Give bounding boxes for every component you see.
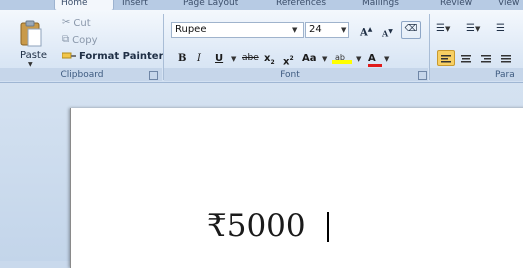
chevron-down-icon: ▼ — [28, 61, 33, 68]
paragraph-group-label: Para — [495, 70, 515, 80]
clipboard-icon — [20, 20, 42, 47]
clipboard-group-label: Clipboard — [60, 70, 104, 80]
tab-view-label: View — [498, 0, 520, 8]
tab-insert-label: Insert — [122, 0, 148, 8]
svg-text:ab: ab — [335, 53, 345, 62]
format-painter-button[interactable]: Format Painter — [62, 50, 164, 64]
paste-label: Paste — [20, 50, 47, 61]
numbered-list-icon: ☰ — [466, 23, 475, 34]
font-size-value: 24 — [309, 24, 322, 35]
superscript-button[interactable]: x2 — [283, 52, 294, 68]
font-color-swatch — [368, 64, 382, 67]
underline-button[interactable]: U — [215, 52, 223, 65]
bullet-list-icon: ☰ — [436, 23, 445, 34]
shrink-arrow-icon: ▼ — [388, 28, 393, 35]
cut-button[interactable]: ✂ Cut — [62, 16, 91, 31]
copy-button[interactable]: ⧉ Copy — [62, 33, 98, 48]
underline-dropdown-icon[interactable]: ▼ — [231, 55, 236, 63]
cut-label: Cut — [73, 18, 91, 29]
multilevel-list-button[interactable]: ☰ — [496, 22, 505, 36]
font-name-box[interactable]: Rupee — [171, 22, 304, 38]
font-launcher-icon[interactable] — [418, 71, 427, 80]
font-color-dropdown-icon[interactable]: ▼ — [384, 55, 389, 63]
highlighter-icon: ab — [332, 53, 352, 64]
highlight-dropdown-icon[interactable]: ▼ — [356, 55, 361, 63]
align-right-button[interactable] — [478, 51, 494, 65]
grow-font-button[interactable]: A▲ — [360, 23, 372, 40]
tab-page-layout-label: Page Layout — [183, 0, 239, 8]
strikethrough-label: abe — [242, 53, 259, 63]
paintbrush-icon — [62, 52, 76, 59]
justify-button[interactable] — [498, 51, 514, 65]
clear-formatting-button[interactable]: ⌫ — [401, 21, 421, 39]
grow-font-label: A — [360, 27, 368, 39]
tab-view[interactable]: View — [498, 0, 519, 10]
ribbon-tab-row: Home Insert Page Layout References Maili… — [0, 0, 523, 11]
align-left-icon — [441, 55, 451, 63]
tab-mailings[interactable]: Mailings — [362, 0, 399, 10]
eraser-icon: ⌫ — [404, 24, 418, 34]
font-name-value: Rupee — [175, 24, 207, 35]
align-left-button[interactable] — [437, 50, 455, 66]
document-text[interactable]: ₹5000 — [207, 206, 306, 246]
font-color-label: A — [368, 53, 376, 64]
scissors-icon: ✂ — [62, 17, 71, 28]
tab-references-label: References — [276, 0, 327, 8]
font-size-dropdown-icon[interactable]: ▼ — [341, 26, 346, 34]
italic-label: I — [197, 53, 201, 64]
font-name-dropdown-icon[interactable]: ▼ — [292, 26, 297, 34]
align-center-icon — [461, 55, 471, 63]
clipboard-launcher-icon[interactable] — [149, 71, 158, 80]
justify-icon — [501, 55, 511, 63]
shrink-font-button[interactable]: A▼ — [382, 25, 393, 41]
subscript-button[interactable]: x2 — [264, 52, 275, 69]
paste-button[interactable]: Paste ▼ — [16, 20, 47, 68]
change-case-dropdown-icon[interactable]: ▼ — [322, 55, 327, 63]
align-right-icon — [481, 55, 491, 63]
copy-icon: ⧉ — [62, 34, 70, 45]
format-painter-label: Format Painter — [79, 51, 164, 62]
change-case-label: Aa — [302, 53, 317, 64]
bold-button[interactable]: B — [178, 52, 186, 65]
grow-arrow-icon: ▲ — [367, 26, 373, 33]
bold-label: B — [178, 53, 187, 64]
strikethrough-button[interactable]: abe — [242, 52, 259, 65]
align-center-button[interactable] — [458, 51, 474, 65]
font-group-label: Font — [280, 70, 300, 80]
tab-home-label: Home — [61, 0, 88, 8]
tab-insert[interactable]: Insert — [122, 0, 148, 10]
tab-review-label: Review — [440, 0, 473, 8]
text-highlight-button[interactable]: ab — [332, 50, 354, 64]
italic-button[interactable]: I — [197, 52, 201, 65]
numbering-button[interactable]: ☰▼ — [466, 22, 480, 36]
copy-label: Copy — [72, 35, 98, 46]
tab-references[interactable]: References — [276, 0, 326, 10]
bullets-button[interactable]: ☰▼ — [436, 22, 450, 36]
change-case-button[interactable]: Aa — [302, 52, 317, 65]
underline-label: U — [215, 53, 224, 64]
text-cursor — [327, 212, 329, 242]
tab-page-layout[interactable]: Page Layout — [183, 0, 238, 10]
tab-review[interactable]: Review — [440, 0, 472, 10]
multilevel-list-icon: ☰ — [496, 23, 505, 34]
tab-mailings-label: Mailings — [362, 0, 399, 8]
font-color-button[interactable]: A — [368, 52, 382, 67]
